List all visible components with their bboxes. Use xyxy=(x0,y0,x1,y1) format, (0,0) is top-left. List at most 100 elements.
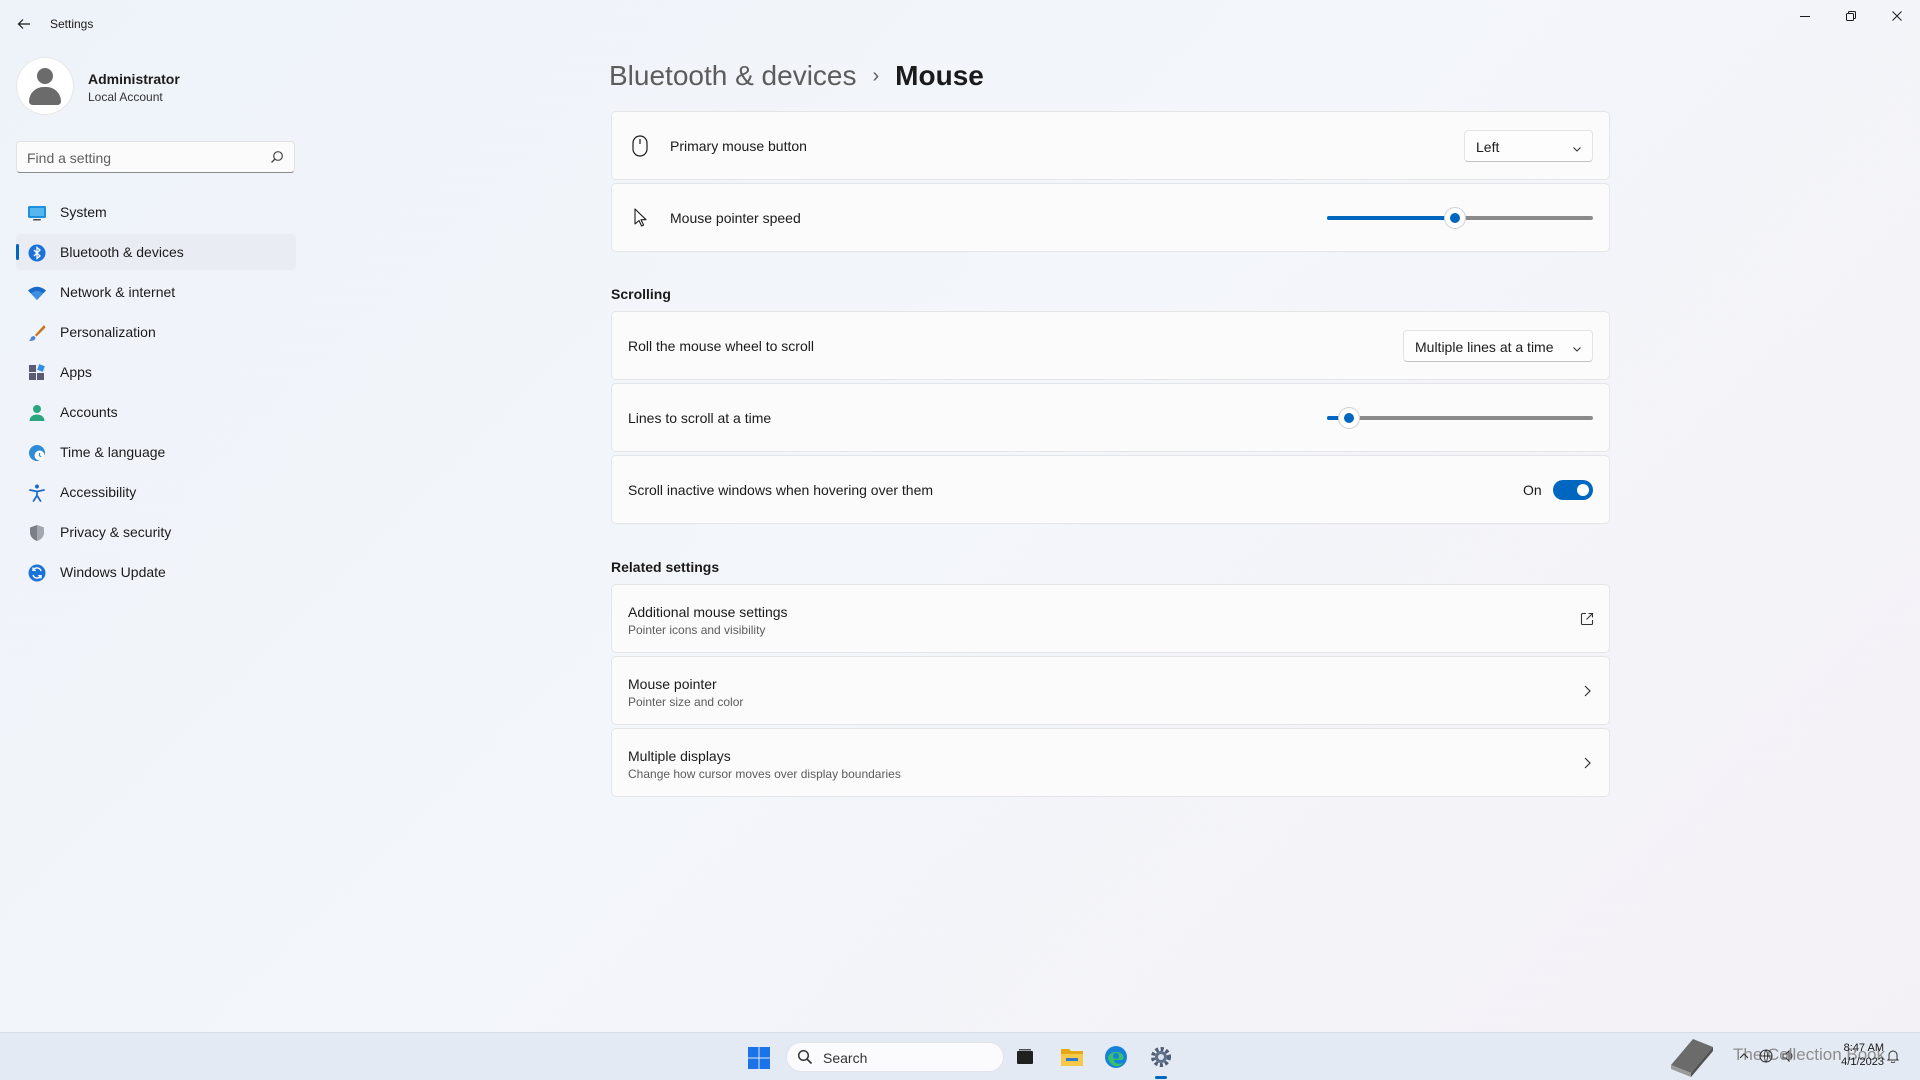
slider-thumb[interactable] xyxy=(1339,408,1359,428)
start-button[interactable] xyxy=(747,1046,771,1070)
lines-to-scroll-label: Lines to scroll at a time xyxy=(628,410,772,426)
minimize-button[interactable] xyxy=(1782,0,1828,32)
user-name: Administrator xyxy=(88,71,180,87)
volume-icon[interactable] xyxy=(1782,1049,1796,1068)
task-view-button[interactable] xyxy=(1010,1042,1040,1072)
task-view-icon xyxy=(1017,1049,1033,1064)
accounts-icon xyxy=(27,403,47,423)
mouse-pointer-link[interactable]: Mouse pointer Pointer size and color xyxy=(611,656,1610,725)
sidebar-item-windows-update[interactable]: Windows Update xyxy=(16,554,296,590)
page-title: Mouse xyxy=(895,60,984,91)
sidebar-item-label: Windows Update xyxy=(60,564,166,580)
scrolling-section-title: Scrolling xyxy=(611,286,671,302)
sidebar-item-privacy-security[interactable]: Privacy & security xyxy=(16,514,296,550)
globe-clock-icon xyxy=(27,443,47,463)
search-icon xyxy=(797,1049,813,1070)
breadcrumb: Bluetooth & devices › Mouse xyxy=(609,54,984,98)
sidebar-item-apps[interactable]: Apps xyxy=(16,354,296,390)
related-item-description: Pointer icons and visibility xyxy=(628,623,766,637)
search-icon xyxy=(270,150,284,169)
bluetooth-icon xyxy=(27,243,47,263)
clock[interactable]: 8:47 AM 4/1/2023 xyxy=(1832,1041,1884,1069)
sidebar-nav: System Bluetooth & devices Network & int… xyxy=(16,194,296,594)
close-icon xyxy=(1892,11,1902,21)
clock-time: 8:47 AM xyxy=(1843,1042,1884,1054)
apps-icon xyxy=(27,363,47,383)
app-title: Settings xyxy=(50,17,94,31)
book-watermark-icon xyxy=(1665,1035,1719,1080)
sidebar-item-label: Personalization xyxy=(60,324,156,340)
related-item-label: Mouse pointer xyxy=(628,676,717,692)
close-button[interactable] xyxy=(1874,0,1920,32)
network-icon[interactable] xyxy=(1759,1049,1773,1068)
wheel-scroll-dropdown[interactable]: Multiple lines at a time xyxy=(1403,330,1593,362)
system-tray[interactable] xyxy=(1738,1049,1796,1068)
dropdown-value: Left xyxy=(1476,139,1500,155)
primary-mouse-button-card: Primary mouse button Left xyxy=(611,111,1610,180)
settings-icon xyxy=(1151,1047,1171,1067)
restore-button[interactable] xyxy=(1828,0,1874,32)
chevron-right-icon xyxy=(1582,756,1592,775)
taskbar-search[interactable]: Search xyxy=(786,1042,1004,1072)
update-icon xyxy=(27,563,47,583)
related-item-label: Additional mouse settings xyxy=(628,604,788,620)
scroll-inactive-toggle[interactable] xyxy=(1553,480,1593,500)
wifi-icon xyxy=(27,283,47,303)
mouse-icon xyxy=(628,134,652,158)
sidebar-item-bluetooth-devices[interactable]: Bluetooth & devices xyxy=(16,234,296,270)
title-bar: Settings xyxy=(0,0,1920,48)
user-profile[interactable]: Administrator Local Account xyxy=(16,57,296,117)
sidebar-item-accessibility[interactable]: Accessibility xyxy=(16,474,296,510)
pointer-icon xyxy=(628,206,652,230)
taskbar: Search The Collection Book 8:47 AM 4/1/2… xyxy=(0,1032,1920,1080)
account-type: Local Account xyxy=(88,90,163,104)
additional-mouse-settings-link[interactable]: Additional mouse settings Pointer icons … xyxy=(611,584,1610,653)
mouse-pointer-speed-label: Mouse pointer speed xyxy=(670,210,801,226)
file-explorer-icon xyxy=(1061,1049,1083,1066)
related-item-description: Change how cursor moves over display bou… xyxy=(628,767,901,781)
sidebar-item-label: Accessibility xyxy=(60,484,137,500)
back-button[interactable] xyxy=(10,12,38,36)
related-item-label: Multiple displays xyxy=(628,748,731,764)
search-input[interactable] xyxy=(27,148,257,168)
breadcrumb-parent[interactable]: Bluetooth & devices xyxy=(609,60,857,92)
chevron-right-icon xyxy=(1582,684,1592,703)
sidebar-item-system[interactable]: System xyxy=(16,194,296,230)
sidebar-item-label: Bluetooth & devices xyxy=(60,244,184,260)
edge-button[interactable] xyxy=(1101,1042,1131,1072)
arrow-left-icon xyxy=(17,19,30,29)
file-explorer-button[interactable] xyxy=(1057,1042,1087,1072)
notification-icon[interactable] xyxy=(1886,1049,1900,1068)
clock-date: 4/1/2023 xyxy=(1841,1056,1884,1068)
brush-icon xyxy=(27,323,47,343)
chevron-up-icon[interactable] xyxy=(1738,1049,1750,1068)
edge-icon xyxy=(1105,1046,1127,1068)
slider-thumb[interactable] xyxy=(1445,208,1465,228)
primary-mouse-button-dropdown[interactable]: Left xyxy=(1464,130,1593,162)
sidebar-item-label: Network & internet xyxy=(60,284,176,300)
chevron-down-icon xyxy=(1572,141,1582,157)
sidebar-item-label: Privacy & security xyxy=(60,524,172,540)
sidebar-item-label: System xyxy=(60,204,107,220)
scroll-inactive-label: Scroll inactive windows when hovering ov… xyxy=(628,482,934,498)
scroll-inactive-card: Scroll inactive windows when hovering ov… xyxy=(611,455,1610,524)
wheel-scroll-card: Roll the mouse wheel to scroll Multiple … xyxy=(611,311,1610,380)
sidebar-item-accounts[interactable]: Accounts xyxy=(16,394,296,430)
sidebar-item-time-language[interactable]: Time & language xyxy=(16,434,296,470)
settings-search-box[interactable] xyxy=(16,141,295,173)
toggle-state-label: On xyxy=(1523,482,1542,498)
sidebar-item-personalization[interactable]: Personalization xyxy=(16,314,296,350)
related-settings-title: Related settings xyxy=(611,559,720,575)
lines-to-scroll-slider[interactable] xyxy=(1327,408,1593,428)
pointer-speed-slider[interactable] xyxy=(1327,208,1593,228)
chevron-right-icon: › xyxy=(872,64,880,87)
chevron-down-icon xyxy=(1572,341,1582,357)
multiple-displays-link[interactable]: Multiple displays Change how cursor move… xyxy=(611,728,1610,797)
sidebar-item-network[interactable]: Network & internet xyxy=(16,274,296,310)
avatar xyxy=(16,57,74,115)
related-item-description: Pointer size and color xyxy=(628,695,744,709)
settings-taskbar-button[interactable] xyxy=(1146,1042,1176,1079)
sidebar-item-label: Apps xyxy=(60,364,92,380)
sidebar-item-label: Time & language xyxy=(60,444,166,460)
primary-mouse-button-label: Primary mouse button xyxy=(670,138,807,154)
